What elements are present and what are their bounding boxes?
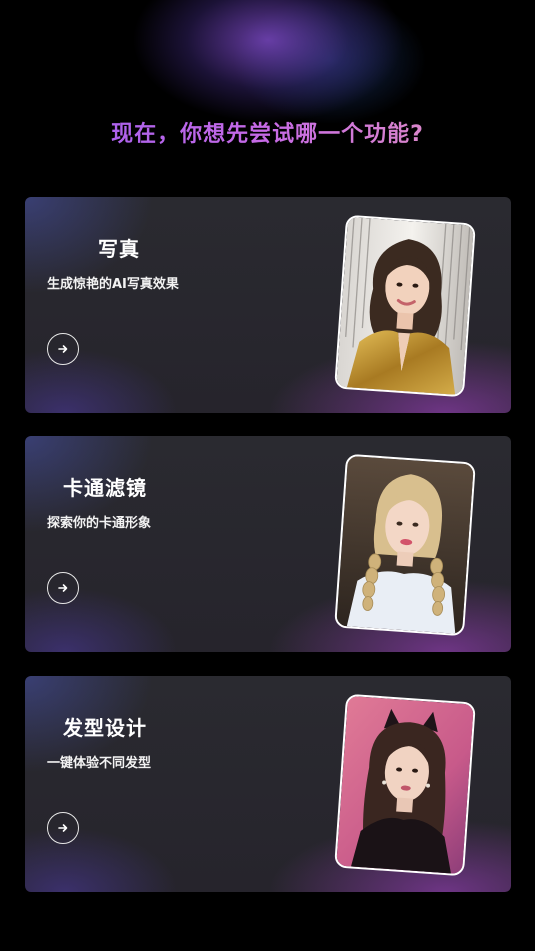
feature-card-hairstyle[interactable]: 发型设计 一键体验不同发型 <box>25 676 511 892</box>
go-button[interactable] <box>47 812 79 844</box>
go-button[interactable] <box>47 333 79 365</box>
woman-gold-blazer-image <box>335 216 476 398</box>
arrow-right-icon <box>58 584 68 592</box>
card-subtitle: 一键体验不同发型 <box>47 756 152 771</box>
page-title: 现在，你想先尝试哪一个功能? <box>0 116 535 148</box>
portrait-photo <box>334 693 476 877</box>
card-title: 发型设计 <box>63 716 147 740</box>
card-title: 写真 <box>98 237 140 261</box>
card-title: 卡通滤镜 <box>63 476 147 500</box>
feature-card-cartoon[interactable]: 卡通滤镜 探索你的卡通形象 <box>25 436 511 652</box>
card-subtitle: 生成惊艳的AI写真效果 <box>47 277 179 292</box>
arrow-right-icon <box>58 824 68 832</box>
arrow-right-icon <box>58 345 68 353</box>
feature-card-portrait[interactable]: 写真 生成惊艳的AI写真效果 <box>25 197 511 413</box>
portrait-photo <box>334 214 476 398</box>
portrait-photo <box>334 453 476 637</box>
go-button[interactable] <box>47 572 79 604</box>
card-subtitle: 探索你的卡通形象 <box>47 516 152 531</box>
woman-blonde-braids-image <box>335 455 476 637</box>
woman-cat-ears-image <box>335 695 476 877</box>
